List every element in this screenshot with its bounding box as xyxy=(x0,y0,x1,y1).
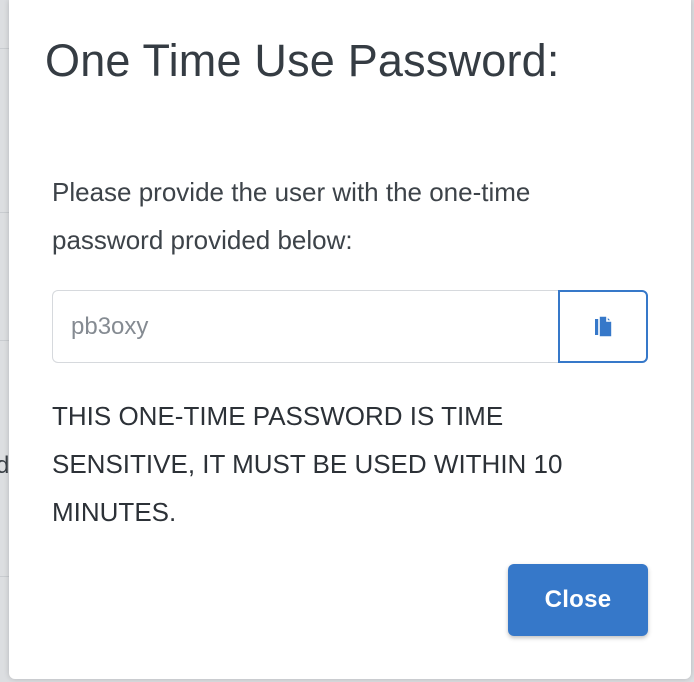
background-text-fragment: d xyxy=(0,452,10,479)
copy-button[interactable] xyxy=(558,290,648,363)
one-time-password-modal: One Time Use Password: Please provide th… xyxy=(9,0,691,679)
time-sensitive-warning: THIS ONE-TIME PASSWORD IS TIME SENSITIVE… xyxy=(52,401,563,527)
modal-instructions: Please provide the user with the one-tim… xyxy=(52,177,531,255)
otp-input-group xyxy=(52,290,648,363)
modal-title: One Time Use Password: xyxy=(45,35,560,86)
otp-field[interactable] xyxy=(52,290,558,363)
copy-icon xyxy=(592,314,614,340)
close-button[interactable]: Close xyxy=(508,564,648,636)
